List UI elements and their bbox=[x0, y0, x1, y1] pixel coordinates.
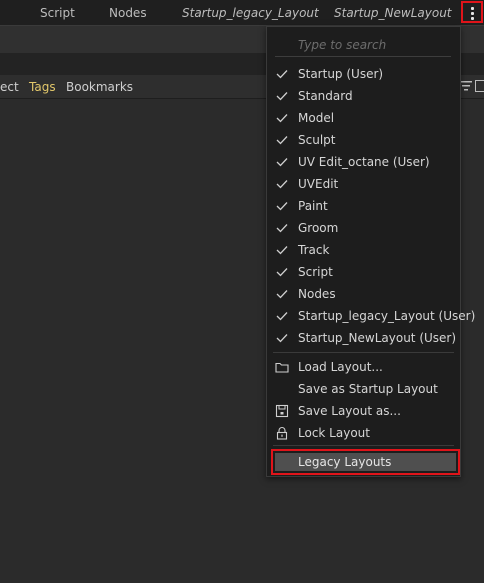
menu-separator bbox=[273, 352, 454, 353]
menu-separator bbox=[273, 445, 454, 446]
menu-item-label: Groom bbox=[298, 221, 339, 235]
vertical-ellipsis-dot bbox=[471, 17, 474, 20]
menu-item-layout[interactable]: Nodes bbox=[271, 283, 457, 305]
menu-item-layout[interactable]: Startup_legacy_Layout (User) bbox=[271, 305, 475, 327]
filter-tab-tags[interactable]: Tags bbox=[29, 80, 56, 94]
menu-item-label: Paint bbox=[298, 199, 328, 213]
menu-item-layout[interactable]: Track bbox=[271, 239, 457, 261]
menu-item-label: Legacy Layouts bbox=[298, 455, 392, 469]
menu-item-label: Script bbox=[298, 265, 333, 279]
save-icon bbox=[275, 404, 289, 418]
load-layout-item[interactable]: Load Layout... bbox=[271, 356, 457, 378]
menu-item-label: Track bbox=[298, 243, 330, 257]
menu-item-label: UVEdit bbox=[298, 177, 339, 191]
menu-item-layout[interactable]: Standard bbox=[271, 85, 457, 107]
checkmark-icon bbox=[276, 224, 288, 233]
checkmark-icon bbox=[276, 136, 288, 145]
menu-item-layout[interactable]: Groom bbox=[271, 217, 457, 239]
filter-icon[interactable] bbox=[460, 79, 472, 93]
checkmark-icon bbox=[276, 312, 288, 321]
checkmark-icon bbox=[276, 180, 288, 189]
menu-item-layout[interactable]: UVEdit bbox=[271, 173, 457, 195]
tab-startup-legacy-layout[interactable]: Startup_legacy_Layout bbox=[182, 6, 319, 20]
menu-item-layout[interactable]: Script bbox=[271, 261, 457, 283]
checkmark-icon bbox=[276, 158, 288, 167]
checkmark-icon bbox=[276, 246, 288, 255]
menu-item-label: Sculpt bbox=[298, 133, 336, 147]
filter-tab-object[interactable]: ect bbox=[0, 80, 19, 94]
menu-item-label: Startup_NewLayout (User) bbox=[298, 331, 457, 345]
menu-item-label: Save as Startup Layout bbox=[298, 382, 438, 396]
legacy-layouts-item[interactable]: Legacy Layouts bbox=[271, 449, 460, 475]
tab-script[interactable]: Script bbox=[40, 6, 75, 20]
menu-item-label: Nodes bbox=[298, 287, 336, 301]
window-icon[interactable] bbox=[475, 79, 484, 93]
vertical-ellipsis-dot bbox=[471, 12, 474, 15]
checkmark-icon bbox=[276, 334, 288, 343]
save-layout-as-item[interactable]: Save Layout as... bbox=[271, 400, 457, 422]
menu-item-layout[interactable]: UV Edit_octane (User) bbox=[271, 151, 457, 173]
menu-item-layout[interactable]: Startup_NewLayout (User) bbox=[271, 327, 457, 349]
checkmark-icon bbox=[276, 290, 288, 299]
lock-icon bbox=[276, 427, 288, 440]
checkmark-icon bbox=[276, 114, 288, 123]
layout-tab-bar: Script Nodes Startup_legacy_Layout Start… bbox=[0, 0, 484, 25]
menu-item-label: Startup (User) bbox=[298, 67, 384, 81]
checkmark-icon bbox=[276, 92, 288, 101]
save-as-startup-item[interactable]: Save as Startup Layout bbox=[271, 378, 457, 400]
menu-item-label: Standard bbox=[298, 89, 353, 103]
vertical-ellipsis-icon bbox=[471, 7, 474, 10]
menu-item-label: Save Layout as... bbox=[298, 404, 401, 418]
tab-nodes[interactable]: Nodes bbox=[109, 6, 147, 20]
tab-startup-newlayout[interactable]: Startup_NewLayout bbox=[334, 6, 452, 20]
menu-item-label: Lock Layout bbox=[298, 426, 370, 440]
checkmark-icon bbox=[276, 202, 288, 211]
menu-item-label: Startup_legacy_Layout (User) bbox=[298, 309, 476, 323]
search-input[interactable]: Type to search bbox=[275, 35, 451, 57]
menu-item-label: Model bbox=[298, 111, 335, 125]
layout-menu-button[interactable] bbox=[461, 1, 483, 23]
menu-item-layout[interactable]: Startup (User) bbox=[271, 63, 457, 85]
checkmark-icon bbox=[276, 268, 288, 277]
menu-item-layout[interactable]: Paint bbox=[271, 195, 457, 217]
folder-icon bbox=[275, 362, 289, 373]
lock-layout-item[interactable]: Lock Layout bbox=[271, 422, 457, 444]
filter-tab-bookmarks[interactable]: Bookmarks bbox=[66, 80, 133, 94]
menu-item-layout[interactable]: Model bbox=[271, 107, 457, 129]
menu-item-label: UV Edit_octane (User) bbox=[298, 155, 430, 169]
checkmark-icon bbox=[276, 70, 288, 79]
layout-dropdown-menu: Type to search Startup (User) Standard M… bbox=[266, 26, 475, 477]
menu-item-label: Load Layout... bbox=[298, 360, 383, 374]
menu-item-layout[interactable]: Sculpt bbox=[271, 129, 457, 151]
